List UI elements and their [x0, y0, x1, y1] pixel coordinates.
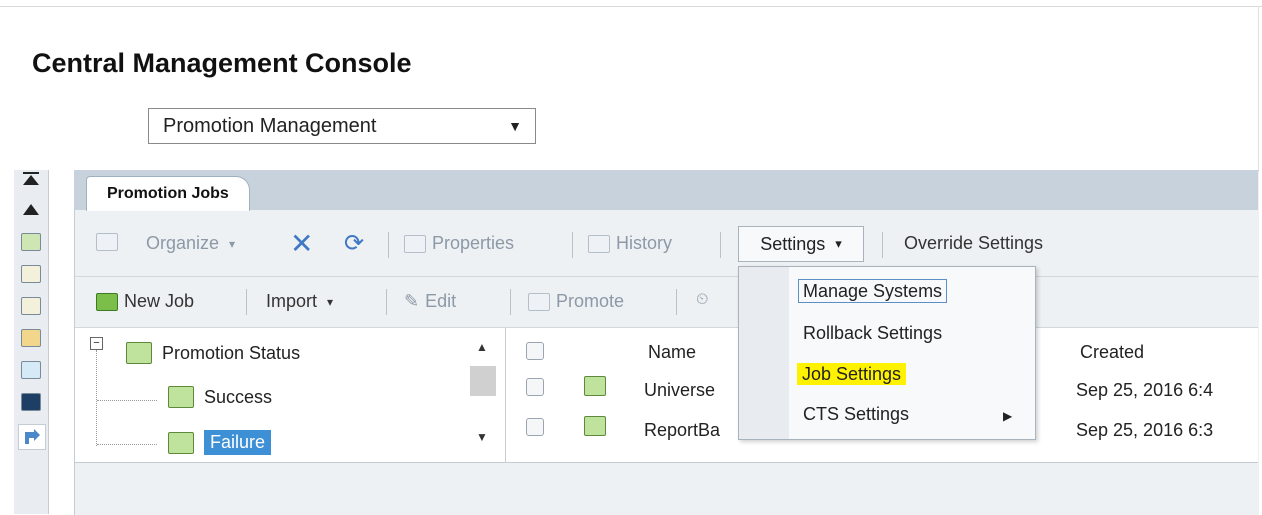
organize-menu[interactable]: Organize ▾	[146, 233, 235, 254]
toolbar-separator	[882, 232, 883, 258]
organize-folder-icon	[96, 233, 124, 251]
tree-scrollbar[interactable]: ▲ ▼	[468, 336, 498, 460]
import-menu[interactable]: Import ▾	[266, 291, 333, 312]
scroll-up-icon[interactable]	[18, 198, 44, 222]
folder-icon	[168, 386, 194, 408]
document-check-icon[interactable]	[18, 358, 44, 382]
tree-connector	[96, 350, 97, 446]
table-cell-name[interactable]: ReportBa	[644, 420, 720, 441]
toolbar-separator	[676, 289, 677, 315]
history-button[interactable]: History	[588, 233, 672, 254]
new-job-label: New Job	[124, 291, 195, 311]
promote-icon	[528, 292, 550, 311]
row-checkbox[interactable]	[526, 418, 544, 436]
toolbar-separator	[572, 232, 573, 258]
toolbar-separator	[510, 289, 511, 315]
edit-label: Edit	[425, 291, 457, 311]
monitor-icon[interactable]	[18, 390, 44, 414]
properties-button[interactable]: Properties	[404, 233, 514, 254]
clipboard-icon[interactable]	[18, 294, 44, 318]
scroll-up-icon[interactable]: ▲	[476, 340, 488, 354]
tree-node-label: Promotion Status	[162, 342, 301, 363]
table-cell-name[interactable]: Universe	[644, 380, 715, 401]
job-icon	[584, 376, 606, 396]
tree-connector	[97, 444, 157, 445]
import-label: Import	[266, 291, 318, 311]
status-area	[75, 462, 1258, 515]
settings-dropdown-menu: Manage Systems Rollback Settings Job Set…	[738, 266, 1036, 440]
left-navigation-bar	[14, 170, 49, 514]
tree-node-failure[interactable]: Failure	[168, 430, 272, 455]
organize-label: Organize	[146, 233, 220, 253]
folder-icon	[126, 342, 152, 364]
application-selector[interactable]: Promotion Management ▼	[148, 108, 536, 144]
column-header-created[interactable]: Created	[1080, 342, 1144, 363]
toolbar-separator	[388, 232, 389, 258]
toolbar-separator	[386, 289, 387, 315]
tree-node-label: Success	[204, 386, 273, 407]
row-checkbox[interactable]	[526, 378, 544, 396]
select-all-checkbox[interactable]	[526, 342, 544, 360]
new-job-button[interactable]: New Job	[96, 291, 194, 312]
refresh-icon[interactable]: ⟳	[344, 229, 364, 258]
chevron-down-icon: ▼	[508, 118, 522, 134]
folder-icon	[168, 431, 194, 454]
job-icon	[584, 416, 606, 436]
toolbar-separator	[246, 289, 247, 315]
submenu-arrow-icon: ▶	[1003, 409, 1013, 423]
settings-menu-button[interactable]: Settings ▾	[738, 226, 864, 262]
page-title: Central Management Console	[32, 48, 412, 78]
properties-icon	[404, 234, 426, 253]
top-divider	[0, 6, 1262, 7]
menu-item-manage-systems[interactable]: Manage Systems	[798, 279, 948, 303]
chevron-down-icon: ▾	[229, 236, 236, 251]
column-header-name[interactable]: Name	[648, 342, 696, 363]
chevron-down-icon: ▾	[327, 294, 334, 309]
pencil-icon: ✎	[404, 291, 420, 311]
toolbar-separator	[720, 232, 721, 258]
menu-item-cts-settings[interactable]: CTS Settings	[803, 404, 909, 425]
tree-node-promotion-status[interactable]: Promotion Status	[126, 342, 300, 364]
menu-item-rollback-settings[interactable]: Rollback Settings	[803, 323, 942, 344]
application-selector-value: Promotion Management	[163, 114, 377, 137]
settings-tools-icon[interactable]	[18, 262, 44, 286]
promotion-icon[interactable]	[18, 424, 46, 450]
tree-connector	[97, 400, 157, 401]
delete-icon[interactable]: ✕	[290, 227, 313, 260]
tab-promotion-jobs[interactable]: Promotion Jobs	[86, 176, 250, 211]
settings-label: Settings	[760, 233, 826, 254]
users-icon[interactable]	[18, 230, 44, 254]
tab-strip	[74, 170, 1258, 210]
toolbar-secondary	[75, 277, 1258, 328]
scroll-down-icon[interactable]: ▼	[476, 430, 488, 444]
edit-button[interactable]: ✎ Edit	[404, 291, 456, 312]
tree-node-success[interactable]: Success	[168, 386, 272, 408]
history-icon	[588, 234, 610, 253]
scrollbar-thumb[interactable]	[470, 366, 496, 396]
tree-node-label: Failure	[204, 430, 272, 455]
properties-label: Properties	[432, 233, 515, 253]
schedule-icon[interactable]: ⏲	[696, 291, 708, 309]
collapse-node-icon[interactable]: −	[90, 337, 103, 350]
override-settings-button[interactable]: Override Settings	[904, 233, 1043, 254]
history-label: History	[616, 233, 673, 253]
menu-icon-gutter	[739, 267, 789, 439]
table-cell-created: Sep 25, 2016 6:4	[1076, 380, 1214, 400]
menu-item-job-settings[interactable]: Job Settings	[797, 363, 907, 385]
new-job-icon	[96, 292, 118, 311]
chevron-down-icon: ▾	[835, 236, 842, 251]
promote-button[interactable]: Promote	[528, 291, 624, 312]
collapse-top-icon[interactable]	[18, 168, 44, 192]
panels-icon[interactable]	[18, 326, 44, 350]
promote-label: Promote	[556, 291, 625, 311]
table-cell-created: Sep 25, 2016 6:3	[1076, 420, 1214, 440]
